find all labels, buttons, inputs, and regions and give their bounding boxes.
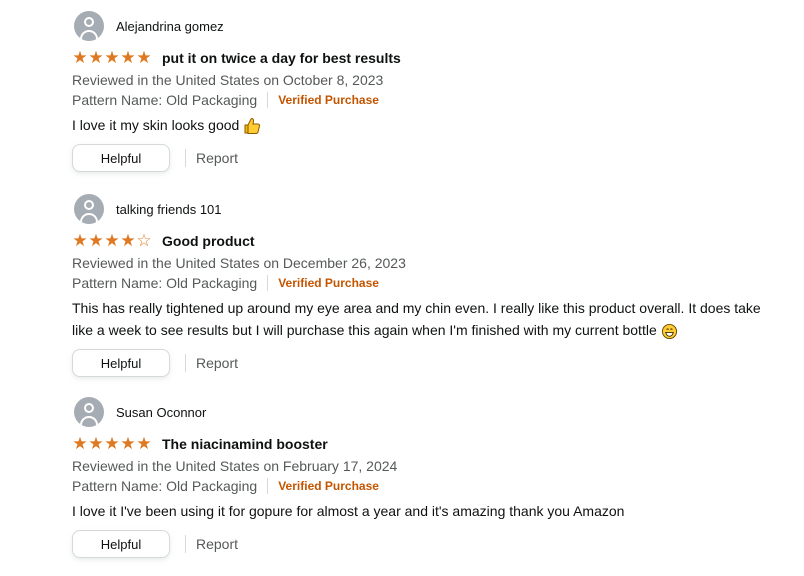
divider	[185, 354, 186, 372]
divider	[267, 275, 269, 291]
star-filled-icon: ★	[104, 48, 120, 68]
helpful-button[interactable]: Helpful	[72, 349, 170, 377]
review-title[interactable]: put it on twice a day for best results	[162, 50, 401, 66]
star-filled-icon: ★	[120, 48, 136, 68]
review-date: Reviewed in the United States on Februar…	[72, 458, 398, 474]
star-rating[interactable]: ★ ★ ★ ★ ★	[72, 434, 152, 454]
divider	[185, 149, 186, 167]
review-body-text: This has really tightened up around my e…	[72, 300, 761, 338]
review-title[interactable]: Good product	[162, 233, 255, 249]
pattern-name: Pattern Name: Old Packaging	[72, 92, 258, 108]
star-filled-icon: ★	[120, 231, 136, 251]
divider	[267, 92, 269, 108]
review-date: Reviewed in the United States on October…	[72, 72, 384, 88]
star-filled-icon: ★	[72, 48, 88, 68]
star-empty-icon: ☆	[136, 231, 152, 251]
star-rating[interactable]: ★ ★ ★ ★ ★	[72, 48, 152, 68]
divider	[267, 478, 269, 494]
verified-purchase-badge: Verified Purchase	[278, 93, 379, 107]
avatar-icon	[74, 194, 104, 224]
report-link[interactable]: Report	[196, 536, 238, 552]
review-card: Alejandrina gomez ★ ★ ★ ★ ★ put it on tw…	[72, 10, 772, 172]
star-rating[interactable]: ★ ★ ★ ★ ☆	[72, 231, 152, 251]
star-filled-icon: ★	[72, 231, 88, 251]
helpful-button[interactable]: Helpful	[72, 144, 170, 172]
review-body-text: I love it my skin looks good	[72, 117, 240, 133]
reviewer-name[interactable]: talking friends 101	[116, 202, 222, 217]
reviewer-name[interactable]: Susan Oconnor	[116, 405, 206, 420]
star-filled-icon: ★	[104, 434, 120, 454]
review-date: Reviewed in the United States on Decembe…	[72, 255, 406, 271]
star-filled-icon: ★	[88, 231, 104, 251]
reviewer-name[interactable]: Alejandrina gomez	[116, 19, 224, 34]
report-link[interactable]: Report	[196, 150, 238, 166]
avatar-icon	[74, 11, 104, 41]
divider	[185, 535, 186, 553]
pattern-name: Pattern Name: Old Packaging	[72, 478, 258, 494]
review-card: talking friends 101 ★ ★ ★ ★ ☆ Good produ…	[72, 193, 772, 377]
review-body: I love it I've been using it for gopure …	[72, 500, 772, 522]
star-filled-icon: ★	[136, 48, 152, 68]
star-filled-icon: ★	[104, 231, 120, 251]
star-filled-icon: ★	[120, 434, 136, 454]
reviewer-profile[interactable]: Alejandrina gomez	[74, 10, 772, 42]
reviewer-profile[interactable]: talking friends 101	[74, 193, 772, 225]
star-filled-icon: ★	[88, 434, 104, 454]
star-filled-icon: ★	[72, 434, 88, 454]
helpful-button[interactable]: Helpful	[72, 530, 170, 558]
pattern-name: Pattern Name: Old Packaging	[72, 275, 258, 291]
review-body-text: I love it I've been using it for gopure …	[72, 503, 625, 519]
verified-purchase-badge: Verified Purchase	[278, 276, 379, 290]
thumbs-up-icon	[244, 118, 261, 135]
star-filled-icon: ★	[136, 434, 152, 454]
review-title[interactable]: The niacinamind booster	[162, 436, 328, 452]
reviewer-profile[interactable]: Susan Oconnor	[74, 396, 772, 428]
star-filled-icon: ★	[88, 48, 104, 68]
review-body: This has really tightened up around my e…	[72, 297, 772, 341]
grinning-face-icon	[661, 323, 677, 339]
review-card: Susan Oconnor ★ ★ ★ ★ ★ The niacinamind …	[72, 396, 772, 558]
review-body: I love it my skin looks good	[72, 114, 772, 136]
avatar-icon	[74, 397, 104, 427]
verified-purchase-badge: Verified Purchase	[278, 479, 379, 493]
report-link[interactable]: Report	[196, 355, 238, 371]
